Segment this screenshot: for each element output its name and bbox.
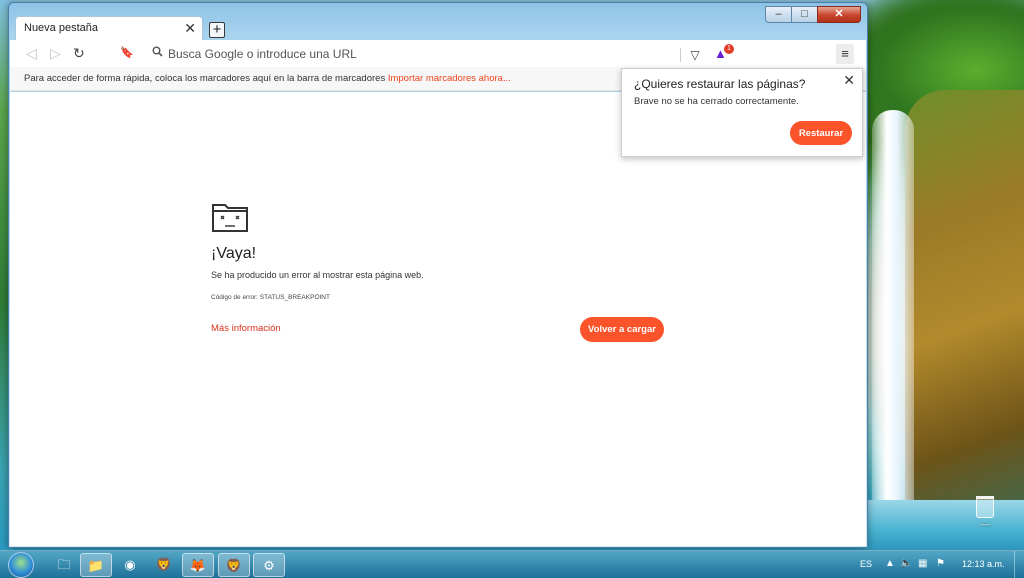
maximize-button[interactable]: □ (791, 6, 817, 23)
start-button[interactable] (8, 552, 34, 578)
new-tab-button[interactable]: + (209, 22, 225, 38)
popup-close-icon[interactable]: ✕ (843, 72, 855, 89)
taskbar-app-yellow[interactable]: ◉ (114, 553, 146, 577)
reload-page-button[interactable]: Volver a cargar (580, 317, 664, 342)
error-code: Código de error: STATUS_BREAKPOINT (211, 294, 330, 301)
tab-new-tab[interactable]: Nueva pestaña ✕ (15, 16, 203, 41)
taskbar-app-brave-active[interactable]: 🦁 (218, 553, 250, 577)
window-controls: – □ ✕ (765, 6, 861, 23)
tray-arrow-icon[interactable]: ▲ (885, 558, 895, 569)
recycle-bin-desktop-icon[interactable]: ---- (970, 493, 1000, 529)
import-bookmarks-link[interactable]: Importar marcadores ahora... (388, 73, 511, 84)
clock[interactable]: 12:13 a.m. (962, 559, 1005, 569)
forward-icon[interactable]: ▷ (50, 45, 61, 61)
popup-title: ¿Quieres restaurar las páginas? (634, 77, 806, 91)
close-window-button[interactable]: ✕ (817, 6, 861, 23)
taskbar-app-tool[interactable]: ⚙ (253, 553, 285, 577)
sad-folder-icon (212, 204, 248, 232)
taskbar-app-brave-red[interactable]: 🦁 (148, 553, 180, 577)
bookmarks-bar-hint: Para acceder de forma rápida, coloca los… (24, 73, 388, 84)
error-description: Se ha producido un error al mostrar esta… (211, 270, 424, 280)
page-content: ¡Vaya! Se ha producido un error al mostr… (10, 92, 866, 546)
tab-title: Nueva pestaña (24, 22, 98, 34)
rewards-badge: 1 (724, 44, 734, 54)
volume-icon[interactable]: 🔈 (900, 558, 912, 569)
taskbar: 🗀 📁 ◉ 🦁 🦊 🦁 ⚙ ES ▲ 🔈 ▦ ⚑ 12:13 a.m. (0, 550, 1024, 578)
network-icon[interactable]: ▦ (918, 558, 927, 569)
back-icon[interactable]: ◁ (26, 45, 37, 61)
restore-pages-popup: ¿Quieres restaurar las páginas? Brave no… (621, 68, 863, 157)
tab-close-icon[interactable]: ✕ (184, 20, 196, 37)
language-indicator[interactable]: ES (860, 559, 872, 569)
taskbar-app-firefox[interactable]: 🦊 (182, 553, 214, 577)
show-desktop-button[interactable] (1014, 551, 1024, 578)
reload-icon[interactable]: ↻ (73, 45, 85, 61)
error-title: ¡Vaya! (211, 245, 257, 262)
wallpaper-cliff (905, 90, 1024, 520)
address-bar[interactable] (142, 42, 682, 65)
bookmark-icon[interactable]: 🔖 (120, 45, 134, 61)
address-input[interactable] (168, 44, 668, 63)
action-center-flag-icon[interactable]: ⚑ (936, 558, 945, 569)
minimize-button[interactable]: – (765, 6, 791, 23)
recycle-bin-label: ---- (979, 520, 991, 529)
toolbar-separator (680, 48, 681, 62)
search-icon (152, 46, 163, 57)
popup-message: Brave no se ha cerrado correctamente. (634, 96, 799, 107)
restore-button[interactable]: Restaurar (790, 121, 852, 145)
browser-window: – □ ✕ Nueva pestaña ✕ + ◁ ▷ ↻ 🔖 ▽ ▲ 1 ≡ … (8, 2, 868, 548)
trash-icon (976, 496, 994, 518)
taskbar-app-folder[interactable]: 📁 (80, 553, 112, 577)
brave-shields-icon[interactable]: ▽ (688, 48, 702, 62)
taskbar-app-explorer[interactable]: 🗀 (48, 553, 80, 577)
more-info-link[interactable]: Más información (211, 323, 281, 334)
wallpaper-waterfall (872, 110, 914, 530)
hamburger-menu-icon[interactable]: ≡ (836, 44, 854, 64)
browser-toolbar: ◁ ▷ ↻ 🔖 ▽ ▲ 1 ≡ (10, 40, 866, 67)
